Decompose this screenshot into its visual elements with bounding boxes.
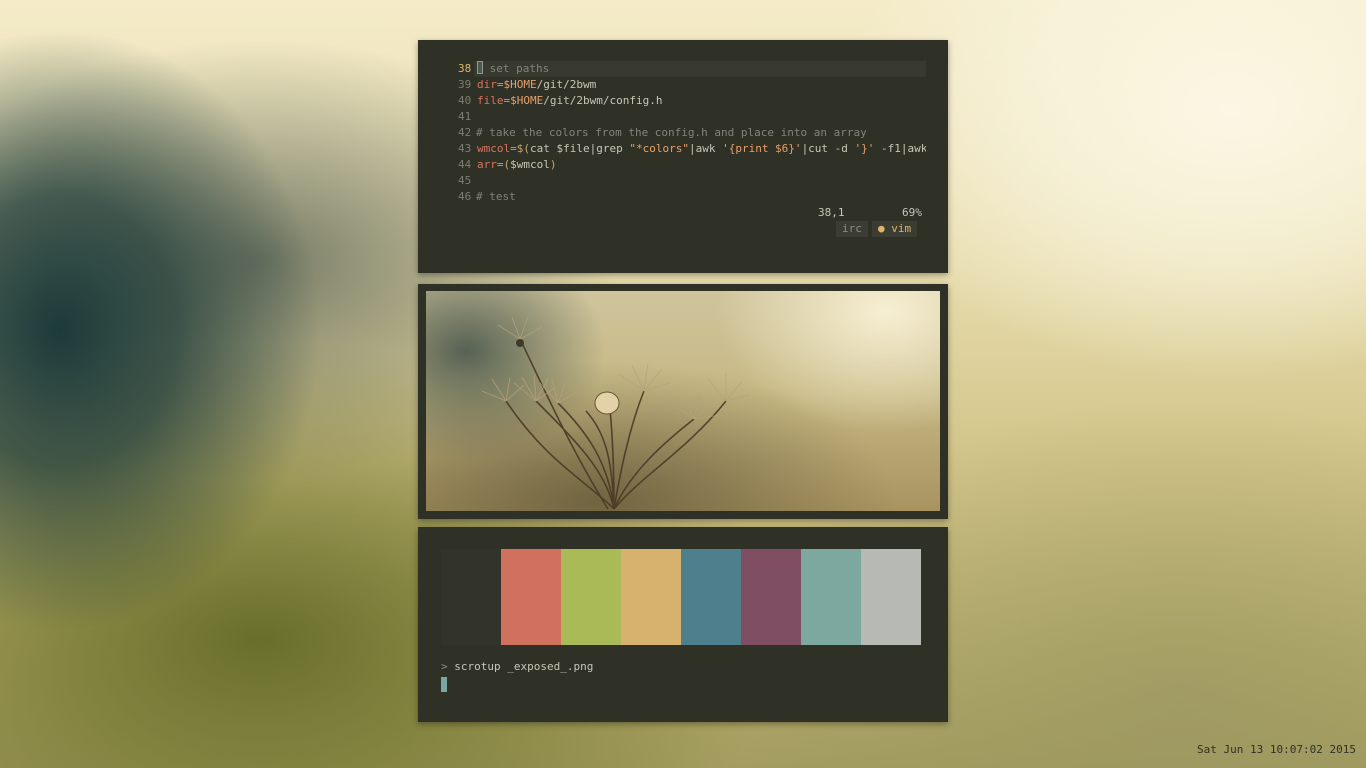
- color-swatch-8: [861, 549, 921, 645]
- line-number: 42: [458, 126, 472, 139]
- code-token: /git/2bwm/config.h: [543, 94, 663, 107]
- cursor-position: 38,1: [818, 206, 845, 219]
- color-swatch-4: [621, 549, 681, 645]
- code-line[interactable]: 38 set paths: [418, 61, 948, 77]
- line-content: file=$HOME/git/2bwm/config.h: [477, 93, 926, 109]
- code-token: arr: [477, 158, 497, 171]
- code-token: =$(: [510, 142, 530, 155]
- line-content: set paths: [477, 61, 926, 77]
- code-line[interactable]: 45: [418, 173, 948, 189]
- color-swatch-3: [561, 549, 621, 645]
- line-number: 38: [458, 62, 472, 75]
- code-line[interactable]: 39 dir=$HOME/git/2bwm: [418, 77, 948, 93]
- clock: Sat Jun 13 10:07:02 2015: [1197, 743, 1356, 756]
- dandelion-seedhead-image: [426, 291, 940, 511]
- vim-editor-window[interactable]: 38 set paths 39 dir=$HOME/git/2bwm 40 file=$…: [418, 40, 948, 273]
- code-line[interactable]: 44 arr=($wmcol): [418, 157, 948, 173]
- code-token: # test: [476, 190, 516, 203]
- line-number: 44: [458, 158, 472, 171]
- code-token: cat $file|grep: [530, 142, 630, 155]
- code-token: $HOME: [503, 78, 537, 91]
- code-token: =(: [496, 158, 511, 171]
- code-token: ): [549, 158, 557, 171]
- code-token: $HOME: [510, 94, 544, 107]
- code-line[interactable]: 40 file=$HOME/git/2bwm/config.h: [418, 93, 948, 109]
- code-token: # take the colors from the config.h and …: [476, 126, 867, 139]
- code-token: file: [477, 94, 504, 107]
- scroll-percent: 69%: [902, 206, 922, 219]
- tab-vim[interactable]: ● vim: [872, 221, 918, 237]
- line-number: 40: [458, 94, 472, 107]
- code-token: wmcol: [477, 142, 511, 155]
- line-number: 41: [458, 110, 472, 123]
- code-line[interactable]: 43 wmcol=$(cat $file|grep "*colors"|awk '…: [418, 141, 948, 157]
- terminal-cursor: [441, 677, 447, 692]
- terminal-command: scrotup _exposed_.png: [454, 660, 594, 673]
- code-token: =: [496, 78, 504, 91]
- code-line[interactable]: 41: [418, 109, 948, 125]
- line-number: 46: [458, 190, 472, 203]
- photo-drawing: [481, 316, 751, 510]
- color-swatch-5: [681, 549, 741, 645]
- code-token: |awk: [688, 142, 723, 155]
- code-token: set paths: [483, 62, 550, 75]
- color-swatch-1: [441, 549, 501, 645]
- code-token: -f1|awk: [881, 142, 926, 155]
- prompt-symbol: >: [441, 660, 448, 673]
- code-token: $wmcol: [510, 158, 550, 171]
- line-number: 43: [458, 142, 472, 155]
- line-content: dir=$HOME/git/2bwm: [477, 77, 926, 93]
- code-token: '}': [854, 142, 875, 155]
- code-token: dir: [477, 78, 497, 91]
- line-number: 45: [458, 174, 472, 187]
- terminal-window[interactable]: > scrotup _exposed_.png: [418, 527, 948, 722]
- line-content: # take the colors from the config.h and …: [476, 125, 925, 141]
- terminal-command-line: > scrotup _exposed_.png: [441, 660, 593, 674]
- line-number: 39: [458, 78, 472, 91]
- color-swatch-7: [801, 549, 861, 645]
- image-viewer-window[interactable]: [418, 284, 948, 519]
- code-line[interactable]: 42 # take the colors from the config.h an…: [418, 125, 948, 141]
- code-token: "*colors": [629, 142, 689, 155]
- tab-irc[interactable]: irc: [836, 221, 868, 237]
- code-line[interactable]: 46 # test: [418, 189, 948, 205]
- code-token: /git/2bwm: [536, 78, 597, 91]
- color-swatch-2: [501, 549, 561, 645]
- line-content: wmcol=$(cat $file|grep "*colors"|awk '{p…: [477, 141, 926, 157]
- line-content: arr=($wmcol): [477, 157, 926, 173]
- line-content: # test: [476, 189, 925, 205]
- color-palette: [441, 549, 921, 645]
- code-token: |cut -d: [801, 142, 855, 155]
- code-token: '{print $6}': [722, 142, 802, 155]
- color-swatch-6: [741, 549, 801, 645]
